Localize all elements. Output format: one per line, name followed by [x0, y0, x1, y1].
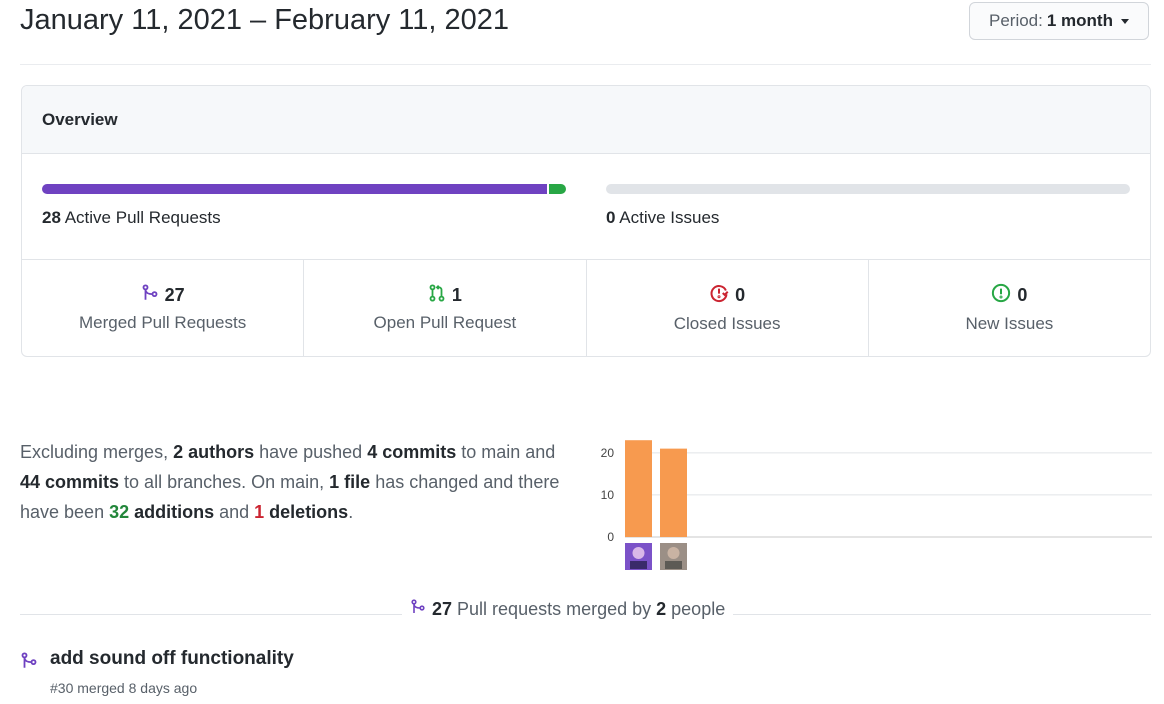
merged-count: 27 [432, 599, 453, 619]
date-range-title: January 11, 2021 – February 11, 2021 [20, 4, 510, 36]
commit-summary: Excluding merges, 2 authors have pushed … [20, 437, 580, 527]
active-pr-label: Active Pull Requests [64, 208, 221, 227]
y-tick-label: 20 [601, 446, 615, 460]
period-select-button[interactable]: Period: 1 month [969, 2, 1149, 40]
active-pr-count: 28 [42, 208, 61, 227]
stat-open-pull-request[interactable]: 1 Open Pull Request [304, 260, 587, 356]
deletions-label: deletions [264, 502, 349, 522]
overview-title: Overview [42, 109, 118, 129]
stat-value: 27 [164, 285, 185, 305]
summary-text: to main and [456, 442, 556, 462]
closed-issue-icon [709, 283, 729, 308]
stat-closed-issues[interactable]: 0 Closed Issues [587, 260, 869, 356]
active-issues-label: Active Issues [619, 208, 720, 227]
y-tick-label: 0 [607, 530, 614, 544]
additions-label: additions [129, 502, 215, 522]
issues-bar [606, 184, 1130, 194]
active-issues-link[interactable]: 0 Active Issues [606, 208, 719, 228]
period-value: 1 month [1046, 11, 1113, 30]
period-label: Period: [989, 11, 1043, 30]
summary-text: to all branches. On main, [119, 472, 330, 492]
avatar-body [665, 561, 682, 569]
active-pull-requests-link[interactable]: 28 Active Pull Requests [42, 208, 221, 228]
people-count: 2 [656, 599, 667, 619]
stat-label: Merged Pull Requests [78, 313, 247, 332]
activity-bars: 28 Active Pull Requests 0 Active Issues [22, 154, 1150, 260]
stat-value: 0 [735, 285, 746, 305]
merge-icon [141, 284, 159, 307]
new-issue-icon [991, 283, 1011, 308]
open-pr-icon [428, 284, 446, 307]
overview-stats: 27 Merged Pull Requests 1 Open Pull Requ… [22, 260, 1150, 356]
divider [20, 64, 1151, 65]
stat-label: Open Pull Request [373, 313, 517, 332]
merge-icon [410, 598, 426, 621]
summary-text: and [214, 502, 255, 522]
chart-bar[interactable] [625, 440, 652, 537]
avatar-body [630, 561, 647, 569]
stat-label: Closed Issues [673, 314, 781, 333]
stat-new-issues[interactable]: 0 New Issues [869, 260, 1150, 356]
commits-all-count: 44 commits [20, 472, 120, 492]
merge-icon [20, 651, 38, 676]
avatar-face [667, 547, 680, 559]
y-tick-label: 10 [601, 488, 615, 502]
stat-label: New Issues [965, 314, 1054, 333]
merged-text: Pull requests merged by [452, 599, 657, 619]
avatar-face [632, 547, 645, 559]
merged-by-summary: 27 Pull requests merged by 2 people [402, 598, 734, 621]
files-changed-count: 1 file [329, 472, 371, 492]
chart-bar[interactable] [660, 448, 687, 537]
additions-count: 32 [109, 502, 130, 522]
stat-value: 0 [1017, 285, 1028, 305]
commits-main-count: 4 commits [367, 442, 457, 462]
chevron-down-icon [1120, 18, 1129, 24]
overview-header: Overview [22, 86, 1150, 154]
pull-request-title-link[interactable]: add sound off functionality [50, 648, 294, 670]
overview-panel: Overview 28 Active Pull Requests 0 Activ… [21, 85, 1151, 357]
open-segment [549, 184, 566, 194]
summary-text: . [348, 502, 354, 522]
summary-text: Excluding merges, [20, 442, 174, 462]
authors-count: 2 authors [173, 442, 255, 462]
merged-segment [42, 184, 548, 194]
commits-by-author-chart: 0 10 20 [601, 440, 1152, 570]
active-issues-count: 0 [606, 208, 616, 227]
deletions-count: 1 [254, 502, 265, 522]
pull-request-meta: #30 merged 8 days ago [50, 680, 198, 696]
pull-requests-bar[interactable] [42, 184, 566, 194]
stat-merged-pull-requests[interactable]: 27 Merged Pull Requests [22, 260, 305, 356]
summary-text: have pushed [254, 442, 368, 462]
merged-suffix: people [666, 599, 726, 619]
stat-value: 1 [451, 285, 462, 305]
